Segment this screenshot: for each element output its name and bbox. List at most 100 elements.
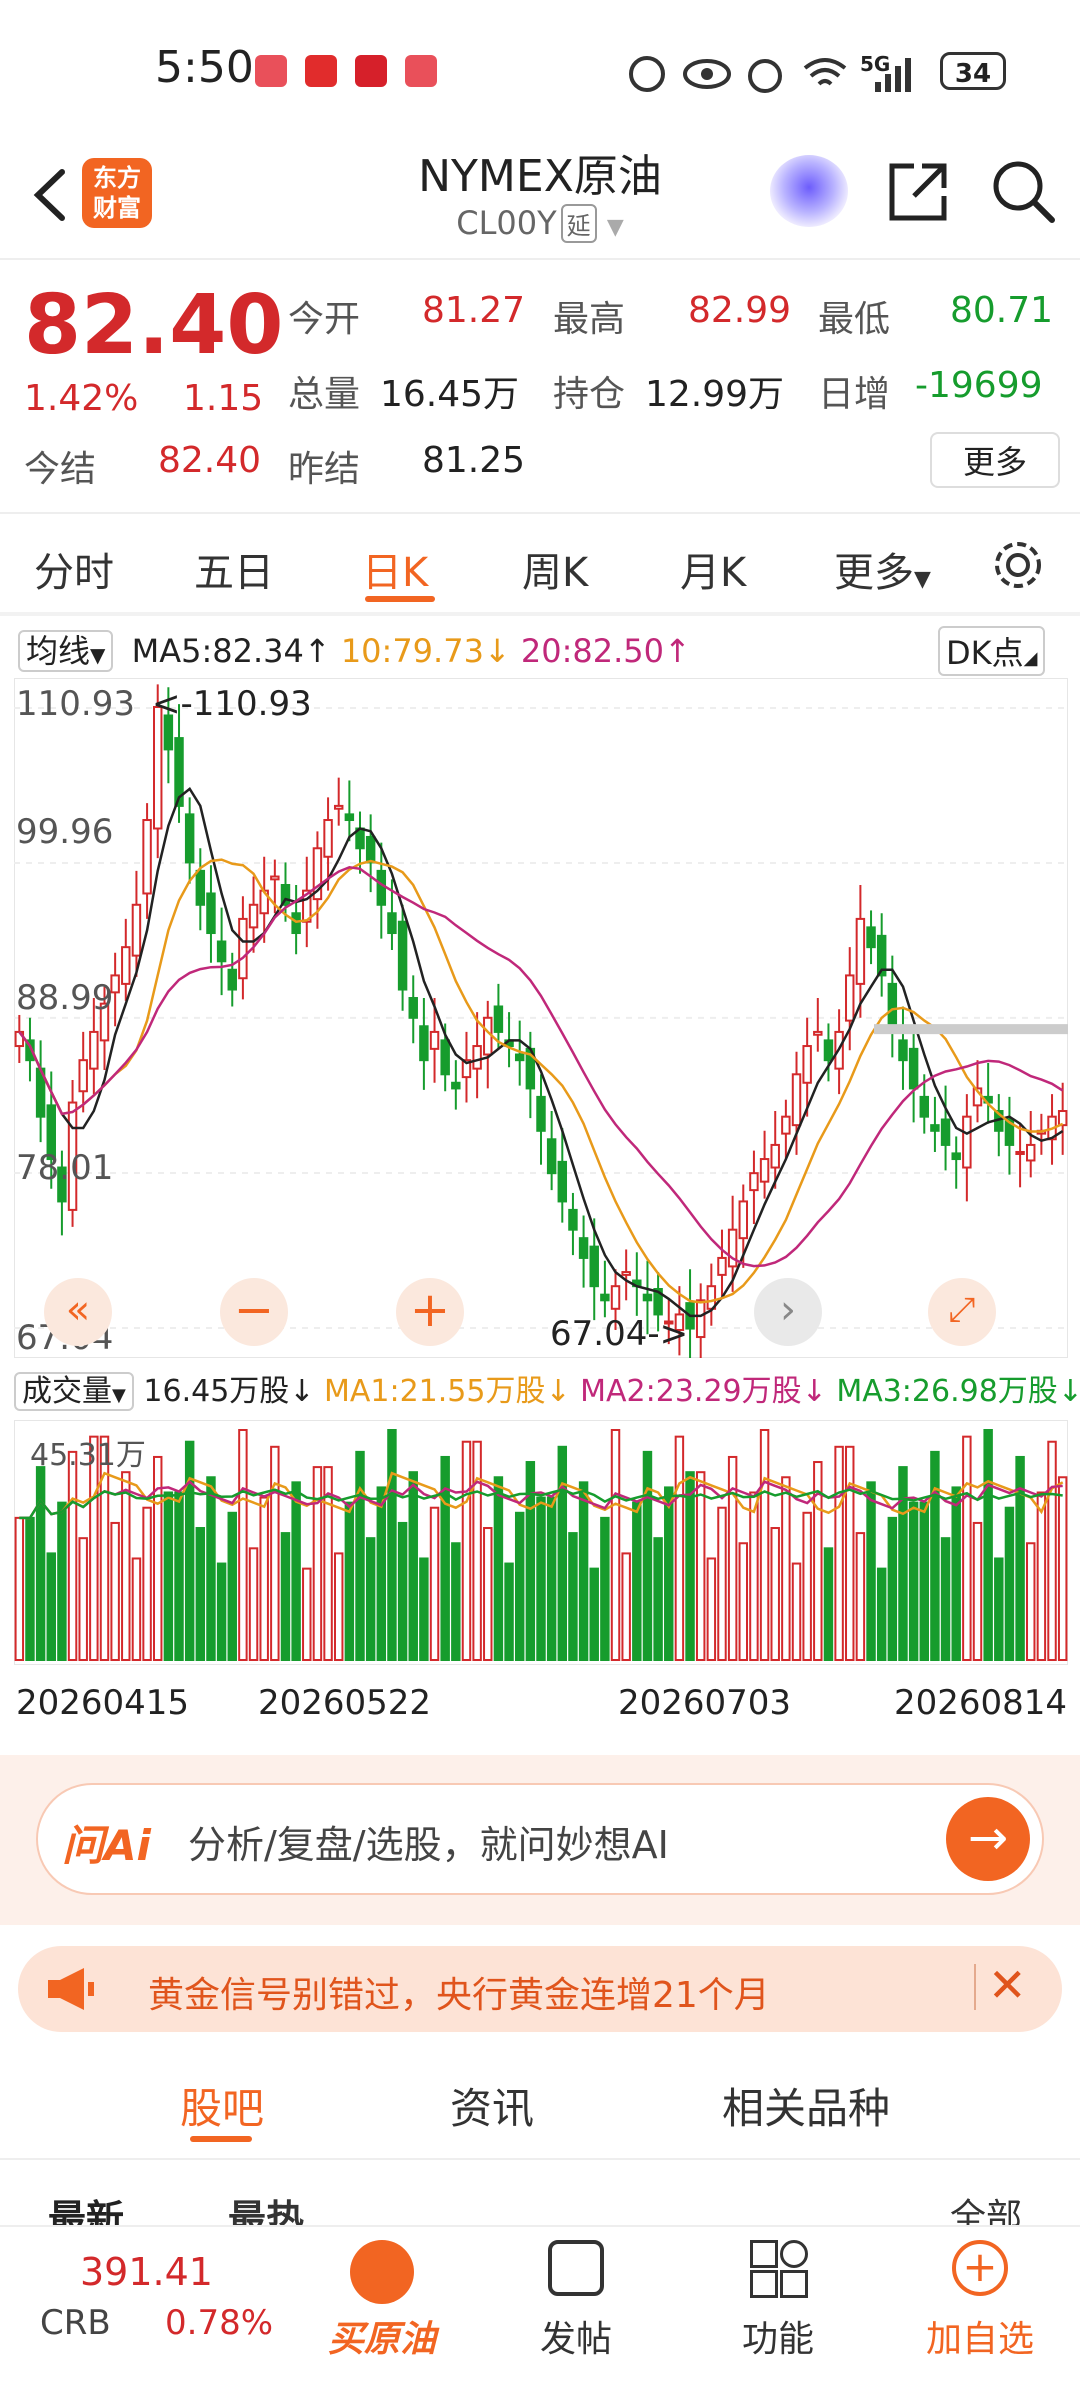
ma-selector[interactable]: 均线▼ xyxy=(18,630,114,672)
candle-body xyxy=(440,1039,450,1076)
candle-body xyxy=(184,813,195,864)
candle-body xyxy=(333,804,344,810)
edit-post-icon[interactable] xyxy=(548,2240,604,2296)
zoom-out-button[interactable]: − xyxy=(220,1278,288,1346)
candle-body xyxy=(898,1039,908,1062)
candle-body xyxy=(610,1285,621,1310)
zoom-in-button[interactable]: + xyxy=(396,1278,464,1346)
volume-ma3: MA3:26.98万股↓ xyxy=(836,1374,1080,1409)
volume-bar xyxy=(972,1521,983,1661)
volume-bar xyxy=(898,1466,908,1661)
volume-bar xyxy=(717,1506,727,1662)
tab-related[interactable]: 相关品种 xyxy=(722,2075,890,2136)
candle-body xyxy=(749,1172,759,1192)
candle-body xyxy=(472,1045,482,1070)
volume-bar xyxy=(110,1521,120,1661)
volume-selector-label: 成交量 xyxy=(22,1374,112,1409)
candle-body xyxy=(46,1104,56,1161)
back-arrow-icon[interactable] xyxy=(22,160,82,230)
nav-post[interactable]: 发帖 xyxy=(506,2310,646,2362)
volume-bar xyxy=(642,1450,653,1661)
grid-function-icon[interactable] xyxy=(750,2240,808,2298)
ai-robot-icon[interactable] xyxy=(770,155,848,227)
tab-monthly-k[interactable]: 月K xyxy=(680,540,746,598)
volume-bar xyxy=(791,1562,802,1661)
volume-bar xyxy=(333,1552,344,1661)
tab-news[interactable]: 资讯 xyxy=(450,2075,534,2136)
tab-five-day[interactable]: 五日 xyxy=(194,540,274,598)
tab-intraday[interactable]: 分时 xyxy=(34,540,114,598)
volume-chart[interactable] xyxy=(14,1420,1068,1665)
nav-add-watchlist[interactable]: 加自选 xyxy=(910,2310,1050,2362)
logo-line2: 财富 xyxy=(93,194,141,222)
volume-bar xyxy=(493,1476,504,1662)
daily-value: -19699 xyxy=(915,365,1043,406)
settle-label: 今结 xyxy=(24,449,97,490)
oil-drop-icon[interactable] xyxy=(350,2240,414,2304)
candle-body xyxy=(823,1039,834,1062)
candle-body xyxy=(908,1047,919,1090)
volume-bar xyxy=(1036,1491,1047,1662)
candle-body xyxy=(270,875,280,881)
instrument-code[interactable]: CL00Y 延 ▼ xyxy=(300,204,780,243)
search-icon[interactable] xyxy=(990,158,1056,224)
delay-tag: 延 xyxy=(560,204,597,243)
settings-gear-icon[interactable] xyxy=(990,537,1046,593)
tab-weekly-k[interactable]: 周K xyxy=(522,540,588,598)
volume-bar xyxy=(578,1481,589,1662)
volume-bar xyxy=(248,1547,259,1661)
candle-body xyxy=(397,920,408,991)
volume-bar xyxy=(302,1567,312,1661)
volume-bar xyxy=(685,1471,695,1661)
volume-bar xyxy=(546,1496,557,1662)
more-button[interactable]: 更多 xyxy=(930,432,1060,488)
candle-body xyxy=(131,903,142,957)
active-tab-underline xyxy=(365,596,435,602)
volume-bar xyxy=(365,1537,376,1661)
volume-bar xyxy=(759,1429,770,1661)
nav-buy-oil[interactable]: 买原油 xyxy=(312,2310,452,2362)
fullscreen-icon[interactable]: ⤢ xyxy=(928,1278,996,1346)
volume-bar xyxy=(131,1557,142,1661)
volume-bar xyxy=(930,1450,940,1661)
status-time: 5:50 xyxy=(155,42,254,93)
tab-more[interactable]: 更多▼ xyxy=(834,540,931,598)
volume-bar xyxy=(472,1440,482,1661)
add-watchlist-icon[interactable]: + xyxy=(952,2240,1008,2296)
close-icon[interactable]: ✕ xyxy=(988,1958,1027,2012)
candle-body xyxy=(227,968,237,991)
ai-go-arrow-icon[interactable]: → xyxy=(946,1797,1030,1881)
candle-body xyxy=(1057,1110,1068,1127)
network-label: 5G xyxy=(860,52,891,76)
date-label-4: 20260814 xyxy=(894,1683,1068,1723)
high-value: 82.99 xyxy=(688,290,792,331)
candle-body xyxy=(110,974,120,994)
volume-bar xyxy=(653,1537,663,1661)
candle-body xyxy=(791,1073,802,1127)
dk-point-button[interactable]: DK点◢ xyxy=(938,626,1046,676)
corner-icon: ◢ xyxy=(1023,648,1038,669)
tab-daily-k[interactable]: 日K xyxy=(362,540,428,598)
volume-selector[interactable]: 成交量▼ xyxy=(14,1372,134,1411)
volume-bar xyxy=(589,1567,599,1661)
candle-body xyxy=(695,1299,706,1339)
tab-guba[interactable]: 股吧 xyxy=(180,2075,264,2136)
volume-bar xyxy=(14,1516,25,1661)
scroll-left-button[interactable]: « xyxy=(44,1278,112,1346)
candle-body xyxy=(557,1160,568,1203)
share-icon[interactable] xyxy=(886,160,950,224)
candle-body xyxy=(57,1166,67,1203)
crb-pct: 0.78% xyxy=(165,2303,274,2343)
volume-bar xyxy=(78,1537,88,1661)
candle-body xyxy=(483,1016,493,1056)
quote-divider xyxy=(0,512,1080,514)
volume-bar xyxy=(994,1557,1004,1661)
candlestick-chart[interactable] xyxy=(14,678,1068,1358)
tabs-divider xyxy=(0,612,1080,616)
nav-function[interactable]: 功能 xyxy=(708,2310,848,2362)
volume-bar xyxy=(855,1532,866,1661)
settle-value: 82.40 xyxy=(158,440,262,481)
scroll-right-button[interactable]: › xyxy=(754,1278,822,1346)
volume-bar xyxy=(962,1435,972,1661)
position-label: 持仓 xyxy=(553,374,626,415)
